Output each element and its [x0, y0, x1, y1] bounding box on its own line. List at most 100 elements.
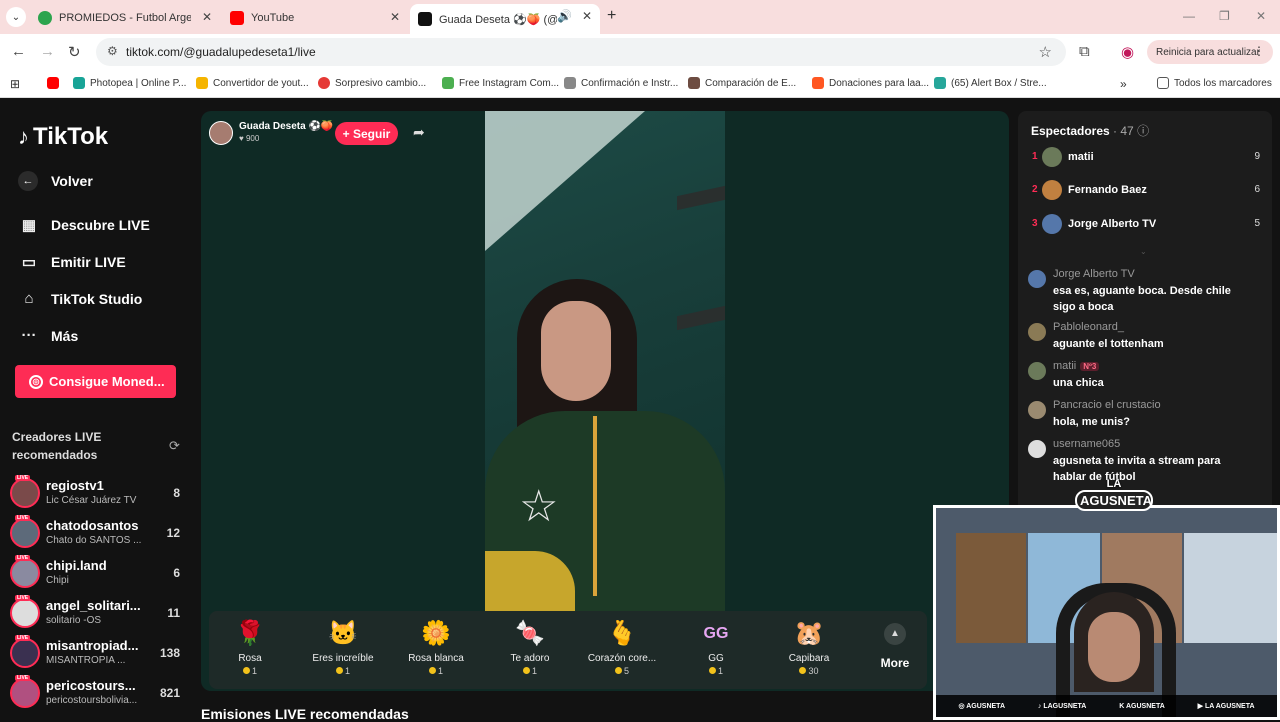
profile-icon[interactable]: ◉: [1121, 43, 1134, 61]
close-window-icon[interactable]: ✕: [1256, 9, 1266, 23]
chat-username[interactable]: Pancracio el crustacio: [1053, 399, 1161, 411]
gift-item[interactable]: GG GG 1: [671, 619, 761, 676]
more-gifts-button[interactable]: ▲ More: [875, 623, 915, 670]
creator-subtitle: Chipi: [46, 575, 69, 586]
share-icon[interactable]: ➦: [413, 124, 425, 141]
sidebar-item-label: Emitir LIVE: [51, 254, 126, 270]
address-bar-row: ← → ↻ ⚙ tiktok.com/@guadalupedeseta1/liv…: [0, 34, 1280, 70]
gift-item[interactable]: 🌼 Rosa blanca 1: [391, 619, 481, 676]
avatar: [1028, 401, 1046, 419]
creator-name: pericostours...: [46, 678, 136, 693]
top-viewer-row[interactable]: 2 Fernando Baez 6: [1030, 180, 1262, 202]
creator-item[interactable]: LIVE angel_solitari... solitario -OS 11: [10, 595, 182, 632]
avatar: [10, 558, 40, 588]
gift-item[interactable]: 🐹 Capibara 30: [764, 619, 854, 676]
tiktok-logo[interactable]: ♪ TikTok: [18, 123, 108, 151]
host-name[interactable]: Guada Deseta ⚽🍑: [239, 121, 333, 132]
stream-video[interactable]: ☆: [485, 111, 725, 611]
gift-item[interactable]: 🍬 Te adoro 1: [485, 619, 575, 676]
chat-username[interactable]: Pabloleonard_: [1053, 321, 1124, 333]
bookmark-item[interactable]: Comparación de E...: [688, 77, 796, 89]
back-arrow-icon[interactable]: ←: [11, 43, 26, 60]
tab-tiktok[interactable]: Guada Deseta ⚽🍑 (@gua 🔊 ✕: [410, 4, 600, 34]
menu-dots-icon[interactable]: ⋮: [1253, 44, 1265, 58]
logo-top-text: LA: [1106, 478, 1122, 490]
new-tab-icon[interactable]: +: [607, 7, 616, 25]
sidebar-item-go-live[interactable]: ▭ Emitir LIVE: [18, 253, 126, 271]
chat-message: Pabloleonard_ aguante el tottenham: [1028, 321, 1264, 355]
bookmark-star-icon[interactable]: ☆: [1039, 43, 1052, 61]
avatar: [10, 478, 40, 508]
host-avatar[interactable]: [209, 121, 233, 145]
tab-search-icon[interactable]: ⌄: [6, 7, 26, 27]
update-button[interactable]: Reinicia para actualizar ⋮: [1147, 40, 1273, 64]
sidebar-item-more[interactable]: ··· Más: [18, 327, 79, 344]
all-bookmarks[interactable]: Todos los marcadores: [1157, 77, 1272, 89]
back-button[interactable]: ← Volver: [18, 171, 93, 191]
sidebar-item-studio[interactable]: ⌂ TikTok Studio: [18, 290, 142, 307]
live-badge: LIVE: [15, 515, 31, 521]
youtube-handle: ▶ LA AGUSNETA: [1198, 702, 1255, 710]
url-text[interactable]: tiktok.com/@guadalupedeseta1/live: [126, 45, 316, 59]
host-info[interactable]: Guada Deseta ⚽🍑 ♥ 900: [209, 119, 333, 147]
top-viewer-row[interactable]: 3 Jorge Alberto TV 5: [1030, 214, 1262, 236]
maximize-icon[interactable]: ❐: [1219, 9, 1230, 23]
bookmark-item[interactable]: [47, 77, 64, 89]
bookmark-item[interactable]: Confirmación e Instr...: [564, 77, 678, 89]
reload-icon[interactable]: ↻: [68, 43, 81, 61]
chat-username[interactable]: Jorge Alberto TV: [1053, 268, 1135, 280]
bookmark-item[interactable]: Donaciones para laa...: [812, 77, 929, 89]
get-coins-button[interactable]: ◎ Consigue Moned...: [15, 365, 176, 398]
close-tab-icon[interactable]: ✕: [390, 10, 400, 24]
site-settings-icon[interactable]: ⚙: [107, 44, 118, 58]
live-badge: LIVE: [15, 675, 31, 681]
gift-item[interactable]: 🌹 Rosa 1: [205, 619, 295, 676]
zipper-stripe: [593, 416, 597, 596]
sidebar-item-discover-live[interactable]: ▦ Descubre LIVE: [18, 216, 150, 234]
top-viewer-row[interactable]: 1 matii 9: [1030, 147, 1262, 169]
bookmark-item[interactable]: Convertidor de yout...: [196, 77, 309, 89]
minimize-icon[interactable]: —: [1183, 9, 1195, 23]
creator-item[interactable]: LIVE chipi.land Chipi 6: [10, 555, 182, 592]
creator-item[interactable]: LIVE regiostv1 Lic César Juárez TV 8: [10, 475, 182, 512]
chat-username[interactable]: matii Nº3: [1053, 360, 1100, 372]
close-tab-icon[interactable]: ✕: [582, 9, 592, 23]
url-field[interactable]: ⚙ tiktok.com/@guadalupedeseta1/live ☆: [96, 38, 1066, 66]
fan-badge: Nº3: [1080, 362, 1100, 371]
extensions-icon[interactable]: ⧉: [1079, 43, 1090, 60]
forward-arrow-icon[interactable]: →: [40, 43, 55, 60]
bookmark-item[interactable]: (65) Alert Box / Stre...: [934, 77, 1047, 89]
bookmark-item[interactable]: Photopea | Online P...: [73, 77, 186, 89]
bookmark-item[interactable]: Sorpresivo cambio...: [318, 77, 426, 89]
live-stream-player[interactable]: ☆ Guada Deseta ⚽🍑 ♥ 900 + Seguir ➦ 🌹 Ros…: [201, 111, 1009, 691]
creator-subtitle: Chato do SANTOS ...: [46, 535, 142, 546]
bookmark-label: Donaciones para laa...: [829, 77, 930, 89]
creator-item[interactable]: LIVE pericostours... pericostoursbolivia…: [10, 675, 182, 712]
coin-icon: [614, 667, 622, 674]
bookmark-item[interactable]: Free Instagram Com...: [442, 77, 559, 89]
close-tab-icon[interactable]: ✕: [202, 10, 212, 24]
gift-name: Corazón core...: [587, 653, 657, 664]
viewer-count: 11: [167, 606, 180, 620]
gift-item[interactable]: 🐱 Eres increíble 1: [298, 619, 388, 676]
coin-icon: [799, 667, 807, 674]
speaker-icon[interactable]: 🔊: [557, 9, 572, 23]
follow-button[interactable]: + Seguir: [335, 122, 398, 145]
instagram-handle-text: AGUSNETA: [966, 703, 1005, 710]
gift-item[interactable]: 🫰 Corazón core... 5: [577, 619, 667, 676]
more-bookmarks-icon[interactable]: »: [1120, 77, 1127, 91]
viewer-count: 6: [173, 566, 180, 580]
chat-username[interactable]: username065: [1053, 438, 1120, 450]
chat-message: username065 agusneta te invita a stream …: [1028, 438, 1264, 483]
tab-youtube[interactable]: YouTube ✕: [222, 5, 408, 31]
viewer-rank: 1: [1032, 151, 1038, 162]
expand-chevron-icon[interactable]: ⌄: [1140, 247, 1147, 256]
bookmark-label: (65) Alert Box / Stre...: [951, 77, 1047, 89]
refresh-icon[interactable]: ⟳: [169, 438, 180, 454]
tab-promiedos[interactable]: PROMIEDOS - Futbol Argentino ✕: [30, 5, 220, 31]
creator-item[interactable]: LIVE chatodosantos Chato do SANTOS ... 1…: [10, 515, 182, 552]
info-icon[interactable]: ⓘ: [1137, 124, 1149, 138]
creator-item[interactable]: LIVE misantropiad... MISANTROPIA ... 138: [10, 635, 182, 672]
apps-grid-icon[interactable]: ⊞: [10, 77, 20, 91]
video-camera-icon: ▭: [21, 254, 37, 271]
